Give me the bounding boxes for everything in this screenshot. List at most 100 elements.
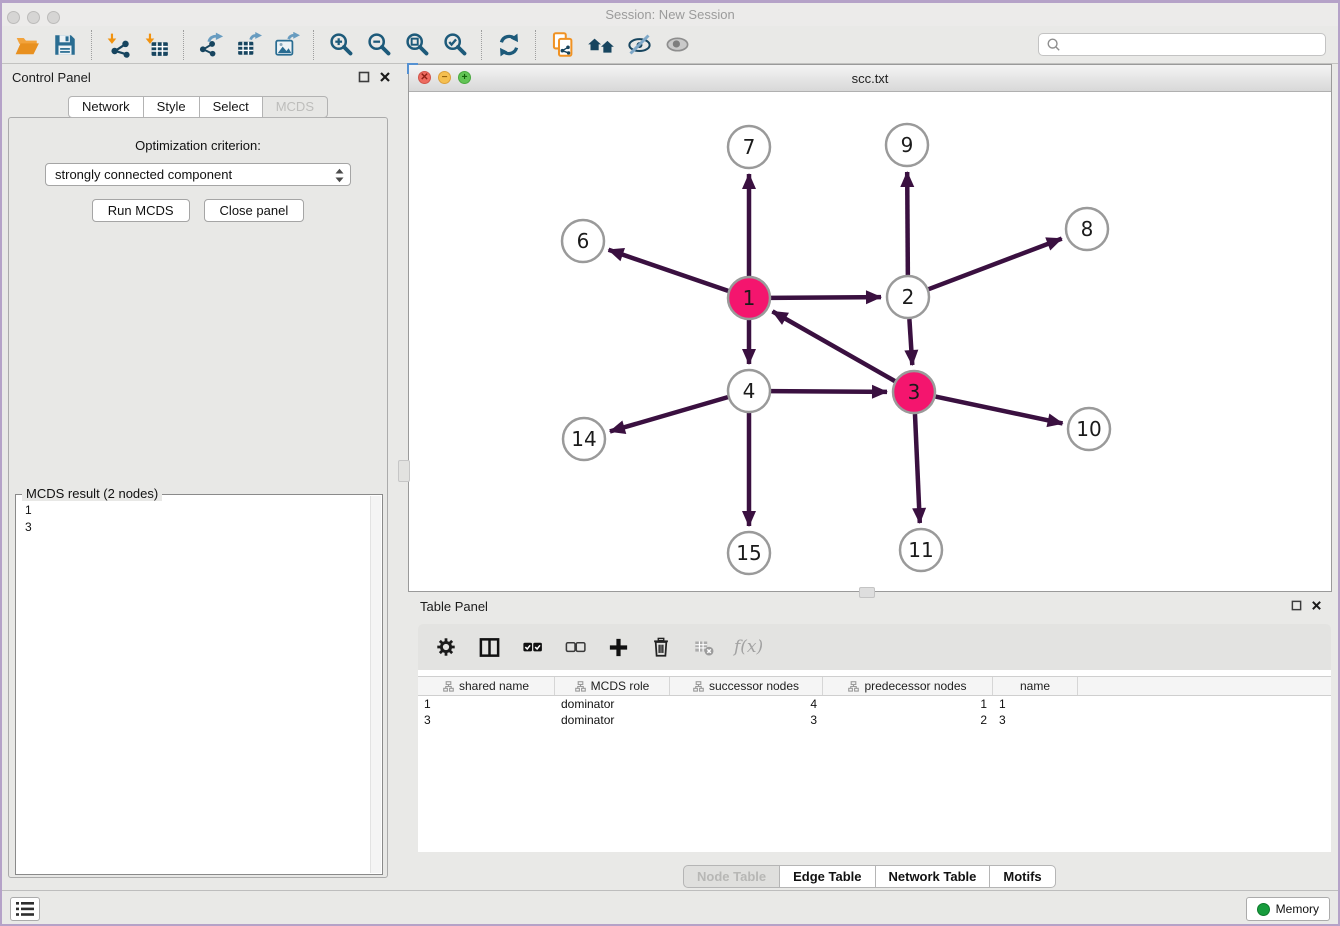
close-table-panel-icon[interactable] xyxy=(1311,600,1322,611)
column-header-name[interactable]: name xyxy=(993,677,1078,695)
network-close-button[interactable]: ✕ xyxy=(418,71,431,84)
tab-style[interactable]: Style xyxy=(144,96,200,118)
graph-edge-3-1[interactable] xyxy=(772,311,894,381)
graph-edge-2-8[interactable] xyxy=(929,239,1062,290)
graph-edge-4-14[interactable] xyxy=(610,397,728,431)
table-body: 1dominator4113dominator323 xyxy=(418,696,1331,728)
tab-network[interactable]: Network xyxy=(68,96,144,118)
graph-edge-2-9[interactable] xyxy=(907,172,908,275)
cell-shared-name[interactable]: 3 xyxy=(418,713,555,727)
refresh-layout-button[interactable] xyxy=(493,29,525,61)
table-row[interactable]: 1dominator411 xyxy=(418,696,1331,712)
graph-edge-3-10[interactable] xyxy=(936,397,1063,424)
minimize-window-button[interactable] xyxy=(27,11,40,24)
cell-predecessor-nodes[interactable]: 2 xyxy=(823,713,993,727)
column-label: successor nodes xyxy=(709,679,799,693)
tab-edge-table[interactable]: Edge Table xyxy=(780,865,875,888)
column-header-successor-nodes[interactable]: successor nodes xyxy=(670,677,823,695)
column-type-icon xyxy=(848,681,859,692)
run-mcds-button[interactable]: Run MCDS xyxy=(92,199,190,222)
show-columns-button[interactable] xyxy=(476,634,502,660)
cell-name[interactable]: 1 xyxy=(993,697,1078,711)
column-type-icon xyxy=(443,681,454,692)
vertical-splitter-grip[interactable] xyxy=(398,460,410,482)
plus-icon xyxy=(607,636,630,659)
column-header-MCDS-role[interactable]: MCDS role xyxy=(555,677,670,695)
float-table-panel-icon[interactable] xyxy=(1291,600,1302,611)
close-panel-button[interactable]: Close panel xyxy=(204,199,305,222)
show-graphics-details-button[interactable] xyxy=(661,29,693,61)
cell-predecessor-nodes[interactable]: 1 xyxy=(823,697,993,711)
cell-name[interactable]: 3 xyxy=(993,713,1078,727)
select-all-rows-button[interactable] xyxy=(519,634,545,660)
gear-icon xyxy=(435,636,457,658)
delete-column-button[interactable] xyxy=(648,634,674,660)
zoom-selected-button[interactable] xyxy=(439,29,471,61)
cell-successor-nodes[interactable]: 3 xyxy=(670,713,823,727)
tab-mcds[interactable]: MCDS xyxy=(263,96,328,118)
cell-MCDS-role[interactable]: dominator xyxy=(555,697,670,711)
result-scrollbar[interactable] xyxy=(370,496,381,873)
close-window-button[interactable] xyxy=(7,11,20,24)
memory-button[interactable]: Memory xyxy=(1246,897,1330,921)
network-canvas[interactable]: 7968124314101511 xyxy=(409,92,1331,592)
control-panel-header: Control Panel xyxy=(0,64,396,92)
export-table-icon xyxy=(236,32,262,58)
cell-MCDS-role[interactable]: dominator xyxy=(555,713,670,727)
graph-edge-1-2[interactable] xyxy=(771,297,881,298)
tab-network-table[interactable]: Network Table xyxy=(876,865,991,888)
open-session-button[interactable] xyxy=(11,29,43,61)
node-table: shared nameMCDS role successor nodes prede… xyxy=(418,670,1331,852)
function-builder-button-disabled: f(x) xyxy=(734,637,763,657)
zoom-in-button[interactable] xyxy=(325,29,357,61)
graph-node-label: 9 xyxy=(901,133,914,157)
add-column-button[interactable] xyxy=(605,634,631,660)
import-table-button[interactable] xyxy=(141,29,173,61)
tab-motifs[interactable]: Motifs xyxy=(990,865,1055,888)
deselect-all-rows-button[interactable] xyxy=(562,634,588,660)
graph-node-label: 14 xyxy=(571,427,596,451)
graph-node-label: 8 xyxy=(1081,217,1094,241)
search-input[interactable] xyxy=(1065,37,1318,53)
export-image-button[interactable] xyxy=(271,29,303,61)
export-network-button[interactable] xyxy=(195,29,227,61)
close-panel-icon[interactable] xyxy=(379,71,391,83)
network-minimize-button[interactable]: − xyxy=(438,71,451,84)
zoom-out-button[interactable] xyxy=(363,29,395,61)
graph-edge-1-6[interactable] xyxy=(609,250,729,291)
float-panel-icon[interactable] xyxy=(358,71,370,83)
task-history-button[interactable] xyxy=(10,897,40,921)
clone-network-button[interactable] xyxy=(547,29,579,61)
network-window-titlebar[interactable]: ✕ − + scc.txt xyxy=(409,65,1331,92)
tab-node-table[interactable]: Node Table xyxy=(683,865,780,888)
list-icon xyxy=(15,901,35,917)
mcds-result-legend: MCDS result (2 nodes) xyxy=(22,486,162,501)
delete-table-icon xyxy=(693,636,715,658)
export-table-button[interactable] xyxy=(233,29,265,61)
graph-edge-3-11[interactable] xyxy=(915,414,920,523)
zoom-fit-button[interactable] xyxy=(401,29,433,61)
cell-successor-nodes[interactable]: 4 xyxy=(670,697,823,711)
home-layout-button[interactable] xyxy=(585,29,617,61)
search-field[interactable] xyxy=(1038,33,1326,56)
graph-edge-4-3[interactable] xyxy=(771,391,887,392)
delete-table-button-disabled xyxy=(691,634,717,660)
graph-edge-2-3[interactable] xyxy=(909,319,912,365)
hide-graphics-details-button[interactable] xyxy=(623,29,655,61)
zoom-in-icon xyxy=(328,31,355,58)
column-header-predecessor-nodes[interactable]: predecessor nodes xyxy=(823,677,993,695)
toolbar-separator xyxy=(535,30,537,60)
tab-select[interactable]: Select xyxy=(200,96,263,118)
table-settings-button[interactable] xyxy=(433,634,459,660)
table-panel-title: Table Panel xyxy=(420,599,488,614)
column-label: name xyxy=(1020,679,1050,693)
save-session-button[interactable] xyxy=(49,29,81,61)
optimization-criterion-select[interactable]: strongly connected component xyxy=(45,163,351,186)
column-header-shared-name[interactable]: shared name xyxy=(418,677,555,695)
horizontal-splitter-grip[interactable] xyxy=(859,587,875,598)
maximize-window-button[interactable] xyxy=(47,11,60,24)
network-maximize-button[interactable]: + xyxy=(458,71,471,84)
cell-shared-name[interactable]: 1 xyxy=(418,697,555,711)
table-row[interactable]: 3dominator323 xyxy=(418,712,1331,728)
import-network-button[interactable] xyxy=(103,29,135,61)
